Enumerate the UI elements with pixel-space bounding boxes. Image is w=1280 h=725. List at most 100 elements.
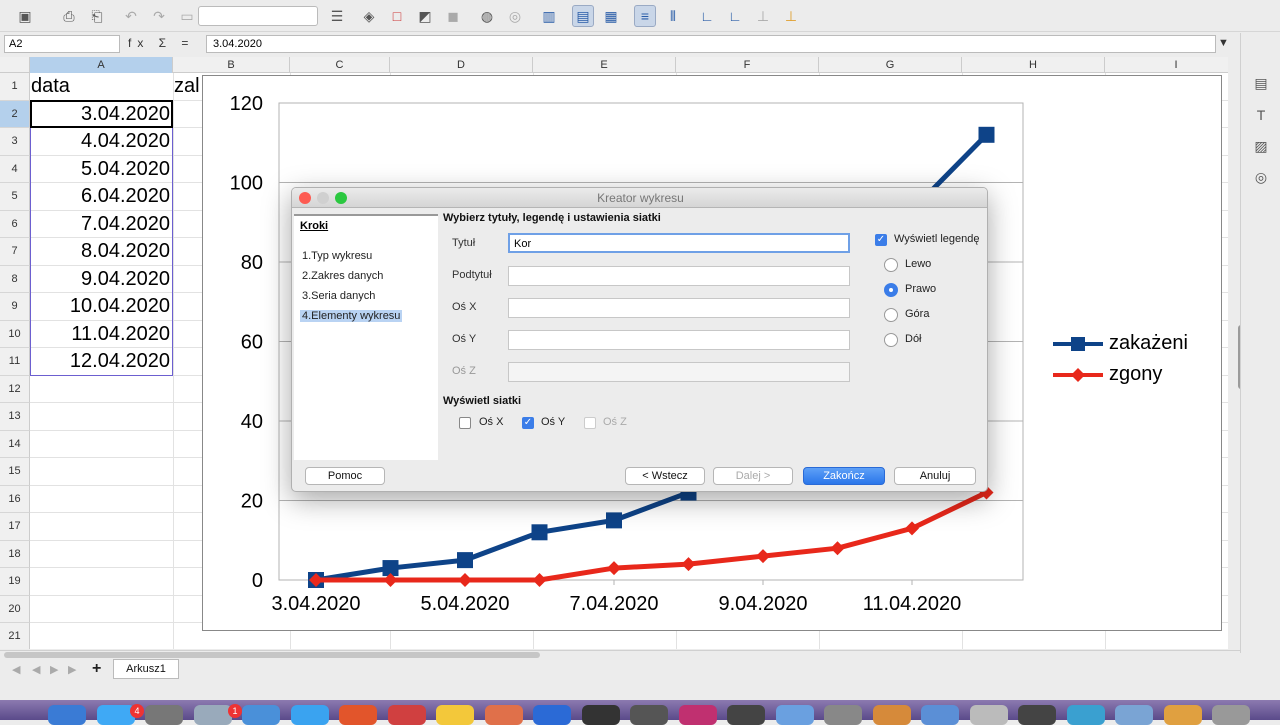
row-header-20[interactable]: 20: [0, 595, 30, 623]
first-sheet-icon[interactable]: ◀: [12, 663, 20, 676]
row-header-5[interactable]: 5: [0, 183, 30, 211]
row-header-16[interactable]: 16: [0, 485, 30, 513]
export-pdf-icon[interactable]: ⎙: [58, 5, 80, 27]
border-icon[interactable]: □: [386, 5, 408, 27]
dock-app-icon[interactable]: [193, 705, 232, 725]
function-wizard-icons[interactable]: fx Σ =: [128, 36, 194, 50]
col-header-h[interactable]: H: [962, 57, 1105, 73]
stacked-chart-icon[interactable]: ▦: [600, 5, 622, 27]
dock-app-icon[interactable]: [678, 705, 717, 725]
step-chart-elements[interactable]: 4.Elementy wykresu: [300, 310, 403, 322]
help-button[interactable]: Pomoc: [305, 467, 385, 485]
row-header-7[interactable]: 7: [0, 238, 30, 266]
row-header-6[interactable]: 6: [0, 210, 30, 238]
back-button[interactable]: < Wstecz: [625, 467, 705, 485]
dock-app-icon[interactable]: [727, 705, 765, 725]
x-axis-input[interactable]: [508, 298, 850, 318]
dock-app-icon[interactable]: [581, 705, 620, 725]
cancel-button[interactable]: Anuluj: [894, 467, 976, 485]
col-header-a[interactable]: A: [30, 57, 173, 73]
row-header-9[interactable]: 9: [0, 293, 30, 321]
legend-bottom-radio[interactable]: [884, 333, 898, 347]
dock-app-icon[interactable]: [775, 705, 814, 725]
dock-app-icon[interactable]: [339, 705, 377, 725]
dock-app-icon[interactable]: [1066, 705, 1105, 725]
row-header-11[interactable]: 11: [0, 348, 30, 376]
print-icon[interactable]: ⎗: [86, 5, 108, 27]
row-header-19[interactable]: 19: [0, 568, 30, 596]
vertical-grid-icon[interactable]: ⦀: [662, 5, 684, 27]
col-header-b[interactable]: B: [173, 57, 290, 73]
chart-element-select[interactable]: [198, 6, 318, 26]
row-header-4[interactable]: 4: [0, 155, 30, 183]
dock-app-icon[interactable]: [630, 705, 668, 725]
vertical-scrollbar[interactable]: [1229, 68, 1237, 648]
data-table-icon[interactable]: ◎: [504, 5, 526, 27]
axis-x-icon[interactable]: ∟: [724, 5, 746, 27]
horizontal-grid-icon[interactable]: ≡: [634, 5, 656, 27]
bar-chart-icon[interactable]: ▥: [538, 5, 560, 27]
prev-sheet-icon[interactable]: ◀: [32, 663, 40, 676]
cell-a1[interactable]: data: [31, 73, 70, 100]
row-header-1[interactable]: 1: [0, 73, 30, 101]
column-chart-icon[interactable]: ▤: [572, 5, 594, 27]
grid-x-checkbox[interactable]: [459, 417, 471, 429]
col-header-i[interactable]: I: [1105, 57, 1228, 73]
grid-z-checkbox[interactable]: [584, 417, 596, 429]
formula-input[interactable]: 3.04.2020: [206, 35, 1216, 53]
styles-icon[interactable]: T: [1251, 105, 1271, 125]
dock-app-icon[interactable]: [921, 705, 959, 725]
chart-wall-icon[interactable]: ◩: [414, 5, 436, 27]
row-header-18[interactable]: 18: [0, 540, 30, 568]
dock-app-icon[interactable]: [824, 705, 862, 725]
dock-app-icon[interactable]: [872, 705, 911, 725]
next-button[interactable]: Dalej >: [713, 467, 793, 485]
dock-app-icon[interactable]: [1212, 705, 1250, 725]
save-icon[interactable]: ▣: [14, 5, 36, 27]
axis-z-icon[interactable]: ⊥: [752, 5, 774, 27]
row-header-13[interactable]: 13: [0, 403, 30, 431]
row-header-8[interactable]: 8: [0, 265, 30, 293]
axis-all-icon[interactable]: ⊥: [780, 5, 802, 27]
navigator-icon[interactable]: ◎: [1251, 167, 1271, 187]
chart-type-icon[interactable]: ◍: [476, 5, 498, 27]
dock-app-icon[interactable]: [242, 705, 280, 725]
redo-icon[interactable]: ↷: [148, 5, 170, 27]
expand-formula-icon[interactable]: ▼: [1218, 37, 1229, 49]
chart-area-icon[interactable]: ◼: [442, 5, 464, 27]
step-chart-type[interactable]: 1.Typ wykresu: [300, 250, 374, 262]
row-header-12[interactable]: 12: [0, 375, 30, 403]
format-selection-icon[interactable]: ☰: [326, 5, 348, 27]
dock-app-icon[interactable]: [96, 705, 135, 725]
dock-app-icon[interactable]: [436, 705, 474, 725]
row-header-15[interactable]: 15: [0, 458, 30, 486]
select-all-corner[interactable]: [0, 57, 30, 73]
col-header-g[interactable]: G: [819, 57, 962, 73]
undo-icon[interactable]: ↶: [120, 5, 142, 27]
dock-app-icon[interactable]: [484, 705, 523, 725]
row-header-3[interactable]: 3: [0, 128, 30, 156]
sheet-tab-arkusz1[interactable]: Arkusz1: [113, 659, 179, 679]
dock-app-icon[interactable]: [290, 705, 329, 725]
fill-icon[interactable]: ◈: [358, 5, 380, 27]
add-sheet-button[interactable]: +: [92, 660, 101, 678]
y-axis-input[interactable]: [508, 330, 850, 350]
horizontal-scrollbar[interactable]: [4, 652, 540, 658]
last-sheet-icon[interactable]: ▶: [68, 663, 76, 676]
next-sheet-icon[interactable]: ▶: [50, 663, 58, 676]
name-box[interactable]: A2: [4, 35, 120, 53]
dock-app-icon[interactable]: [533, 705, 571, 725]
row-header-21[interactable]: 21: [0, 623, 30, 649]
step-data-series[interactable]: 3.Seria danych: [300, 290, 377, 302]
finish-button[interactable]: Zakończ: [803, 467, 885, 485]
show-legend-checkbox[interactable]: ✓: [875, 234, 887, 246]
row-header-14[interactable]: 14: [0, 430, 30, 458]
subtitle-input[interactable]: [508, 266, 850, 286]
row-header-17[interactable]: 17: [0, 513, 30, 541]
dock-app-icon[interactable]: [1163, 705, 1202, 725]
row-header-10[interactable]: 10: [0, 320, 30, 348]
step-data-range[interactable]: 2.Zakres danych: [300, 270, 385, 282]
dock-app-icon[interactable]: [969, 705, 1008, 725]
dock-app-icon[interactable]: [48, 705, 86, 725]
dock-app-icon[interactable]: [1115, 705, 1153, 725]
